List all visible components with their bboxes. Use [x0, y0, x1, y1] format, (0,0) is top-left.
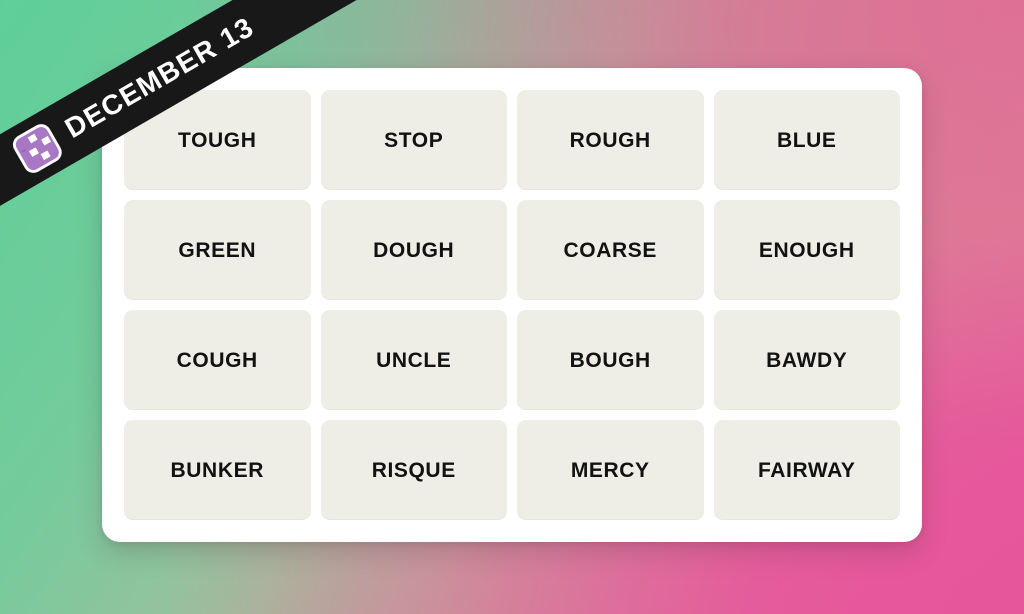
word-tile[interactable]: BUNKER: [124, 420, 311, 520]
word-tile[interactable]: COUGH: [124, 310, 311, 410]
word-tile-label: TOUGH: [178, 128, 257, 152]
word-tile-label: FAIRWAY: [757, 458, 856, 482]
word-tile[interactable]: ROUGH: [517, 90, 704, 190]
word-tile-label: BAWDY: [766, 348, 848, 372]
word-tile[interactable]: GREEN: [124, 200, 311, 300]
word-tile[interactable]: COARSE: [517, 200, 704, 300]
word-grid: TOUGH STOP ROUGH BLUE GREEN DOUGH COARSE…: [124, 90, 900, 520]
word-tile-label: STOP: [384, 128, 444, 152]
word-tile-label: UNCLE: [376, 348, 452, 372]
puzzle-grid-icon: [12, 124, 62, 173]
word-tile-label: ROUGH: [569, 128, 651, 152]
word-tile-label: COARSE: [563, 238, 657, 262]
word-tile-label: ENOUGH: [758, 238, 855, 262]
word-tile-label: RISQUE: [371, 458, 456, 482]
word-tile-label: BLUE: [776, 128, 837, 152]
word-tile[interactable]: RISQUE: [320, 420, 507, 520]
word-tile[interactable]: STOP: [320, 90, 507, 190]
word-tile[interactable]: MERCY: [517, 420, 704, 520]
word-tile[interactable]: BLUE: [713, 90, 900, 190]
word-tile[interactable]: ENOUGH: [713, 200, 900, 300]
app-root: TOUGH STOP ROUGH BLUE GREEN DOUGH COARSE…: [0, 0, 1024, 614]
word-tile[interactable]: FAIRWAY: [713, 420, 900, 520]
puzzle-card: TOUGH STOP ROUGH BLUE GREEN DOUGH COARSE…: [102, 68, 922, 542]
word-tile-label: GREEN: [178, 238, 257, 262]
word-tile-label: MERCY: [570, 458, 650, 482]
word-tile-label: BOUGH: [569, 348, 651, 372]
word-tile[interactable]: DOUGH: [320, 200, 507, 300]
word-tile[interactable]: UNCLE: [320, 310, 507, 410]
word-tile-label: DOUGH: [373, 238, 455, 262]
word-tile[interactable]: BOUGH: [517, 310, 704, 410]
word-tile[interactable]: BAWDY: [713, 310, 900, 410]
word-tile-label: COUGH: [176, 348, 258, 372]
word-tile-label: BUNKER: [170, 458, 264, 482]
